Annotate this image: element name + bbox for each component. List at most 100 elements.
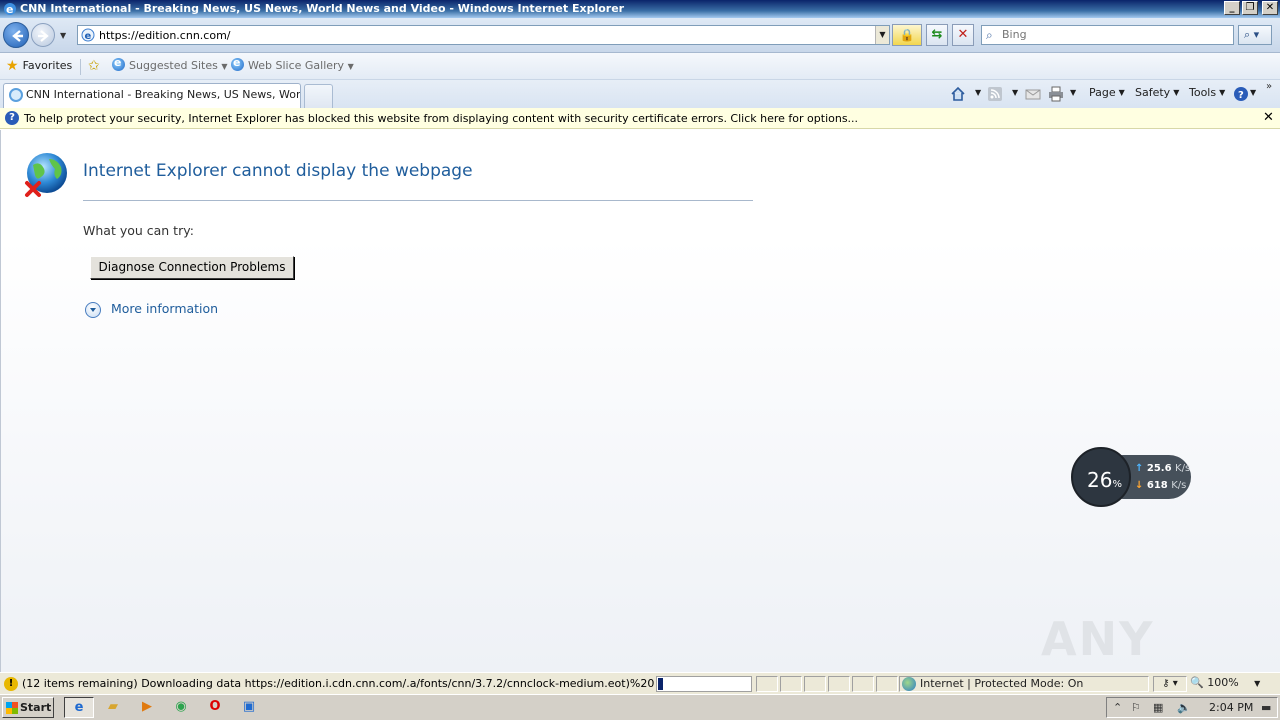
window-controls: _ ❐ ✕ — [1224, 1, 1278, 15]
search-box[interactable]: ⌕ — [981, 25, 1234, 45]
add-to-favorites-bar-button[interactable]: ✩ — [88, 58, 104, 76]
tab-cnn[interactable]: CNN International - Breaking News, US Ne… — [3, 83, 301, 108]
print-dropdown[interactable]: ▼ — [1067, 86, 1076, 99]
title-divider — [83, 200, 753, 201]
home-dropdown[interactable]: ▼ — [972, 86, 981, 99]
info-bar[interactable]: ? To help protect your security, Interne… — [0, 108, 1280, 129]
security-zone[interactable]: Internet | Protected Mode: On — [899, 676, 1149, 692]
show-desktop-icon[interactable]: ▬ — [1261, 701, 1271, 714]
flag-icon[interactable]: ⚐ — [1131, 701, 1141, 714]
search-go-button[interactable]: ⌕ ▾ — [1238, 25, 1272, 45]
svg-text:e: e — [85, 31, 92, 42]
what-you-can-try-label: What you can try: — [83, 223, 194, 238]
zone-label: Internet | Protected Mode: On — [920, 677, 1084, 690]
start-label: Start — [20, 701, 52, 714]
upload-value: 25.6 — [1146, 463, 1172, 474]
stop-button[interactable]: ✕ — [952, 24, 974, 46]
error-title: Internet Explorer cannot display the web… — [83, 161, 473, 181]
more-information-link[interactable]: More information — [111, 301, 218, 316]
volume-icon[interactable]: 🔈 — [1177, 701, 1191, 714]
status-pane — [852, 676, 874, 692]
feeds-dropdown[interactable]: ▼ — [1009, 86, 1018, 99]
home-icon[interactable] — [950, 86, 966, 102]
more-commands-chevron-icon[interactable]: » — [1266, 81, 1272, 92]
download-speed: ↓ 618 K/s — [1135, 480, 1186, 491]
download-value: 618 — [1146, 480, 1168, 491]
favorites-label: Favorites — [22, 59, 73, 72]
web-slice-gallery-button[interactable]: Web Slice Gallery ▼ — [231, 55, 354, 76]
stop-icon: ✕ — [957, 27, 969, 42]
info-bar-close-icon[interactable]: ✕ — [1263, 110, 1274, 125]
url-text[interactable]: https://edition.cnn.com/ — [99, 29, 231, 42]
close-button[interactable]: ✕ — [1262, 1, 1278, 15]
security-lock-button[interactable]: 🔒 — [892, 24, 922, 46]
network-icon[interactable]: ▦ — [1153, 701, 1163, 714]
search-input[interactable] — [1002, 28, 1222, 41]
opera-icon[interactable]: O — [200, 697, 230, 718]
media-player-icon[interactable]: ▶ — [132, 697, 162, 718]
app-icon[interactable]: ▣ — [234, 697, 264, 718]
popup-blocker-icon[interactable]: ⚷ ▾ — [1153, 676, 1187, 692]
loading-icon — [9, 88, 23, 102]
folder-icon[interactable]: ▰ — [98, 697, 128, 718]
recent-pages-dropdown[interactable]: ▼ — [60, 31, 66, 40]
usage-circle: 26% — [1071, 447, 1131, 507]
status-message: (12 items remaining) Downloading data ht… — [22, 677, 654, 690]
magnifier-icon: ⌕ — [986, 28, 993, 42]
page-error-icon[interactable]: ! — [4, 677, 18, 691]
status-pane — [876, 676, 898, 692]
title-bar: e CNN International - Breaking News, US … — [0, 0, 1280, 18]
chrome-icon[interactable]: ◉ — [166, 697, 196, 718]
address-bar[interactable]: e https://edition.cnn.com/ ▼ — [77, 25, 890, 45]
new-tab-button[interactable] — [304, 84, 333, 108]
favorites-bar: ★Favorites ✩ Suggested Sites ▼ Web Slice… — [0, 53, 1280, 80]
back-button[interactable] — [3, 22, 29, 48]
status-pane — [804, 676, 826, 692]
page-menu[interactable]: Page ▼ — [1089, 86, 1125, 99]
upload-arrow-icon: ↑ — [1135, 463, 1144, 474]
usage-percent-sign: % — [1112, 479, 1122, 490]
progress-fill — [658, 678, 663, 690]
print-icon[interactable] — [1048, 86, 1064, 102]
window-title: CNN International - Breaking News, US Ne… — [20, 2, 625, 15]
clock[interactable]: 2:04 PM — [1209, 701, 1253, 714]
zoom-control[interactable]: 🔍 100% ▼ — [1190, 676, 1262, 692]
mail-icon[interactable] — [1025, 86, 1041, 102]
feeds-icon[interactable] — [987, 86, 1003, 102]
favorites-button[interactable]: ★ Favorites — [6, 58, 72, 76]
start-button[interactable]: Start — [2, 697, 54, 718]
safety-menu-label: Safety — [1135, 86, 1171, 99]
ie-logo-icon: e — [4, 3, 16, 16]
help-dropdown[interactable]: ▼ — [1247, 86, 1256, 99]
navigation-bar: ▼ e https://edition.cnn.com/ ▼ 🔒 ⇆ ✕ ⌕ ⌕… — [0, 18, 1280, 53]
add-favorite-icon: ✩ — [88, 58, 100, 74]
internet-explorer-icon[interactable]: e — [64, 697, 94, 718]
error-page: Internet Explorer cannot display the web… — [0, 130, 1280, 720]
svg-text:e: e — [6, 3, 13, 16]
tools-menu[interactable]: Tools ▼ — [1189, 86, 1225, 99]
minimize-button[interactable]: _ — [1224, 1, 1240, 15]
internet-zone-icon — [902, 677, 916, 691]
diagnose-connection-button[interactable]: Diagnose Connection Problems — [90, 256, 294, 279]
web-slice-icon — [231, 55, 244, 71]
usage-percent: 26 — [1087, 468, 1113, 492]
status-bar: ! (12 items remaining) Downloading data … — [0, 672, 1280, 694]
page-ie-icon: e — [81, 28, 95, 42]
expand-chevron-icon[interactable] — [85, 302, 101, 318]
restore-button[interactable]: ❐ — [1242, 1, 1258, 15]
refresh-button[interactable]: ⇆ — [926, 24, 948, 46]
address-dropdown[interactable]: ▼ — [875, 26, 889, 44]
suggested-sites-button[interactable]: Suggested Sites ▼ — [112, 55, 227, 76]
safety-menu[interactable]: Safety ▼ — [1135, 86, 1179, 99]
download-arrow-icon: ↓ — [1135, 480, 1144, 491]
tab-label: CNN International - Breaking News, US Ne… — [26, 88, 301, 101]
network-speed-widget: 26% ↑ 25.6 K/s ↓ 618 K/s — [1071, 447, 1193, 507]
forward-button[interactable] — [31, 23, 55, 47]
show-hidden-icons-icon[interactable]: ⌃ — [1113, 701, 1122, 714]
info-bar-message[interactable]: To help protect your security, Internet … — [24, 112, 858, 125]
globe-error-icon — [25, 153, 67, 197]
tools-menu-label: Tools — [1189, 86, 1217, 99]
page-menu-label: Page — [1089, 86, 1116, 99]
download-progress-bar — [656, 676, 752, 692]
upload-unit: K/s — [1175, 463, 1191, 474]
